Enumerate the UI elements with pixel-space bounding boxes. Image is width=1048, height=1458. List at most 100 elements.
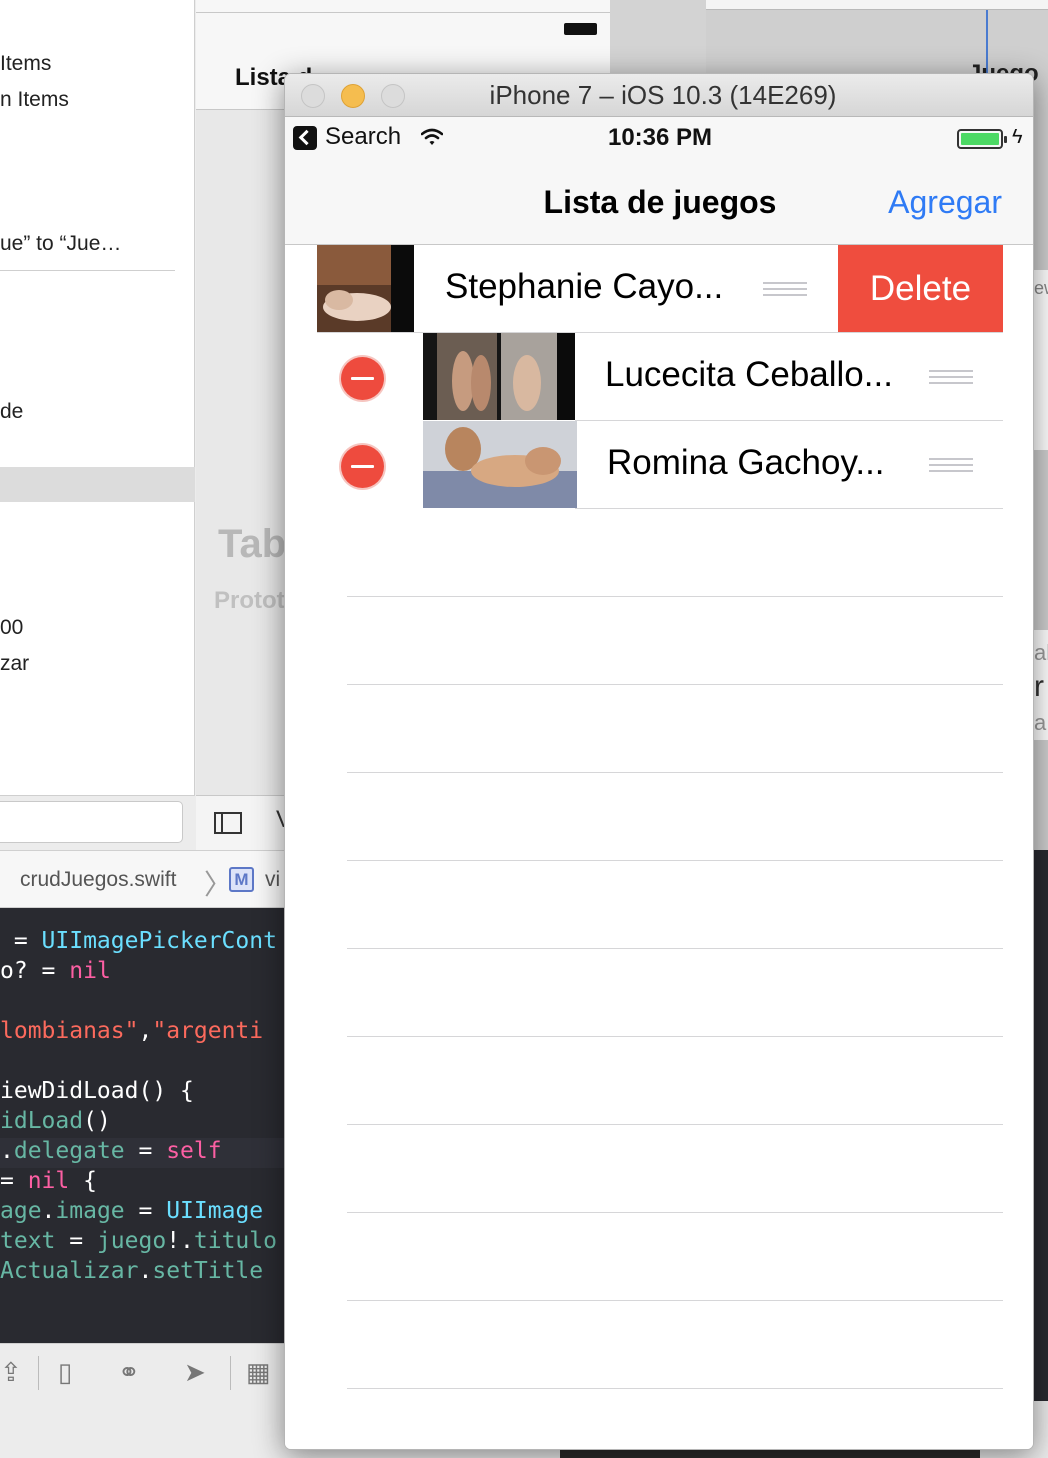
outline-item[interactable]: zar: [0, 652, 29, 676]
document-outline-toggle-icon[interactable]: [214, 812, 242, 834]
outline-separator: [0, 270, 175, 271]
outline-item[interactable]: ue” to “Jue…: [0, 232, 121, 256]
graph-icon[interactable]: ⚭: [118, 1357, 140, 1388]
photo-thumbnail-image: [423, 333, 575, 420]
code-token: .: [41, 1198, 56, 1224]
right-fragment-1: ew: [1034, 278, 1048, 298]
reorder-handle-icon[interactable]: [929, 458, 973, 472]
share-icon[interactable]: ⇪: [0, 1357, 22, 1388]
table-row[interactable]: Stephanie Cayo... Delete: [285, 245, 1033, 333]
outline-item[interactable]: 00: [0, 616, 23, 640]
chevron-right-icon: 〉: [204, 869, 233, 900]
device-icon[interactable]: ▯: [58, 1357, 72, 1388]
grid-icon[interactable]: ▦: [246, 1357, 271, 1388]
delete-button[interactable]: Delete: [838, 245, 1003, 332]
table-row[interactable]: Romina Gachoy...: [285, 421, 1033, 509]
code-token: age: [0, 1198, 42, 1224]
code-token: =: [0, 928, 42, 954]
row-thumbnail: [423, 421, 577, 508]
code-token: self: [166, 1138, 222, 1164]
code-token: UIImagePickerCont: [41, 928, 277, 954]
code-token: UIImage: [166, 1198, 264, 1224]
simulator-window: iPhone 7 – iOS 10.3 (14E269) Search 10:3…: [284, 73, 1034, 1450]
location-arrow-icon[interactable]: ➤: [184, 1357, 206, 1388]
battery-fill: [961, 133, 999, 145]
code-token: {: [69, 1168, 97, 1194]
code-token: !.: [166, 1228, 194, 1254]
code-token: "argenti: [152, 1018, 264, 1044]
row-separator: [575, 508, 1003, 509]
canvas-toolbar: V: [196, 795, 292, 850]
battery-icon: [957, 129, 1007, 149]
ios-status-bar: Search 10:36 PM ϟ: [285, 117, 1033, 157]
outline-selected-row[interactable]: [0, 467, 195, 502]
row-title: Romina Gachoy...: [607, 443, 885, 482]
toolbar-divider: [230, 1356, 231, 1390]
jump-bar-symbol[interactable]: vi: [265, 868, 280, 892]
reorder-handle-icon[interactable]: [763, 282, 807, 296]
prototype-content-label: Protot: [214, 587, 285, 614]
code-token: titulo: [193, 1228, 277, 1254]
delete-control-icon[interactable]: [341, 445, 384, 488]
empty-row-separator: [347, 1124, 1003, 1125]
simulator-title: iPhone 7 – iOS 10.3 (14E269): [489, 80, 837, 110]
empty-row-separator: [347, 948, 1003, 949]
empty-row-separator: [347, 1300, 1003, 1301]
code-line: = nil {: [0, 1168, 97, 1194]
code-line: idLoad(): [0, 1108, 111, 1134]
code-token: ,: [138, 1018, 153, 1044]
code-token: text: [0, 1228, 56, 1254]
right-editor-strip: [1034, 850, 1048, 1458]
debug-bar: ⇪ ▯ ⚭ ➤ ▦: [0, 1343, 290, 1401]
table-view-placeholder-label: Tab: [218, 522, 287, 566]
code-token: .: [0, 1138, 14, 1164]
code-token: (): [83, 1108, 111, 1134]
code-line: text = juego!.titulo: [0, 1228, 277, 1254]
outline-filter-input[interactable]: [0, 801, 183, 843]
add-button[interactable]: Agregar: [888, 184, 1002, 221]
code-token: juego: [96, 1228, 167, 1254]
right-fragment-2: al: [1034, 640, 1048, 665]
code-line: .delegate = self: [0, 1138, 222, 1164]
code-line: o? = nil: [0, 958, 111, 984]
code-token: lombianas": [0, 1018, 139, 1044]
empty-row-separator: [347, 1388, 1003, 1389]
empty-row-separator: [347, 684, 1003, 685]
row-thumbnail: [317, 245, 414, 332]
code-token: delegate: [13, 1138, 125, 1164]
games-table[interactable]: Stephanie Cayo... Delete Lucecita Ceball…: [285, 245, 1033, 1449]
status-time: 10:36 PM: [607, 124, 713, 151]
outline-item[interactable]: Items: [0, 52, 51, 76]
toolbar-divider: [38, 1356, 39, 1390]
code-line: lombianas","argenti: [0, 1018, 263, 1044]
photo-thumbnail-image: [423, 421, 577, 508]
reorder-handle-icon[interactable]: [929, 370, 973, 384]
code-token: setTitle: [152, 1258, 264, 1284]
outline-item[interactable]: de: [0, 400, 23, 424]
scene-status-line: [196, 12, 610, 13]
code-token: =: [124, 1138, 167, 1164]
empty-row-separator: [347, 1212, 1003, 1213]
empty-row-separator: [347, 596, 1003, 597]
code-token: =: [0, 1168, 28, 1194]
code-editor[interactable]: = UIImagePickerCont o? = nil lombianas","a…: [0, 908, 290, 1343]
code-token: nil: [69, 958, 111, 984]
code-token: =: [55, 1228, 97, 1254]
code-token: .: [138, 1258, 153, 1284]
code-token: =: [124, 1198, 167, 1224]
outline-item[interactable]: n Items: [0, 88, 69, 112]
document-outline: Items n Items ue” to “Jue… de 00 zar: [0, 0, 195, 795]
simulator-title-bar[interactable]: iPhone 7 – iOS 10.3 (14E269): [285, 74, 1033, 117]
code-line: iewDidLoad() {: [0, 1078, 194, 1104]
row-thumbnail: [423, 333, 575, 420]
row-title: Stephanie Cayo...: [445, 267, 724, 306]
right-fragment-4: a: [1034, 710, 1047, 735]
code-token: Actualizar: [0, 1258, 139, 1284]
jump-bar-file[interactable]: crudJuegos.swift: [20, 868, 176, 892]
code-line: = UIImagePickerCont: [0, 928, 277, 954]
table-row[interactable]: Lucecita Ceballo...: [285, 333, 1033, 421]
delete-control-icon[interactable]: [341, 357, 384, 400]
jump-bar: crudJuegos.swift 〉 M vi: [0, 850, 290, 908]
charging-bolt-icon: ϟ: [1012, 126, 1023, 148]
method-icon: M: [229, 867, 254, 892]
